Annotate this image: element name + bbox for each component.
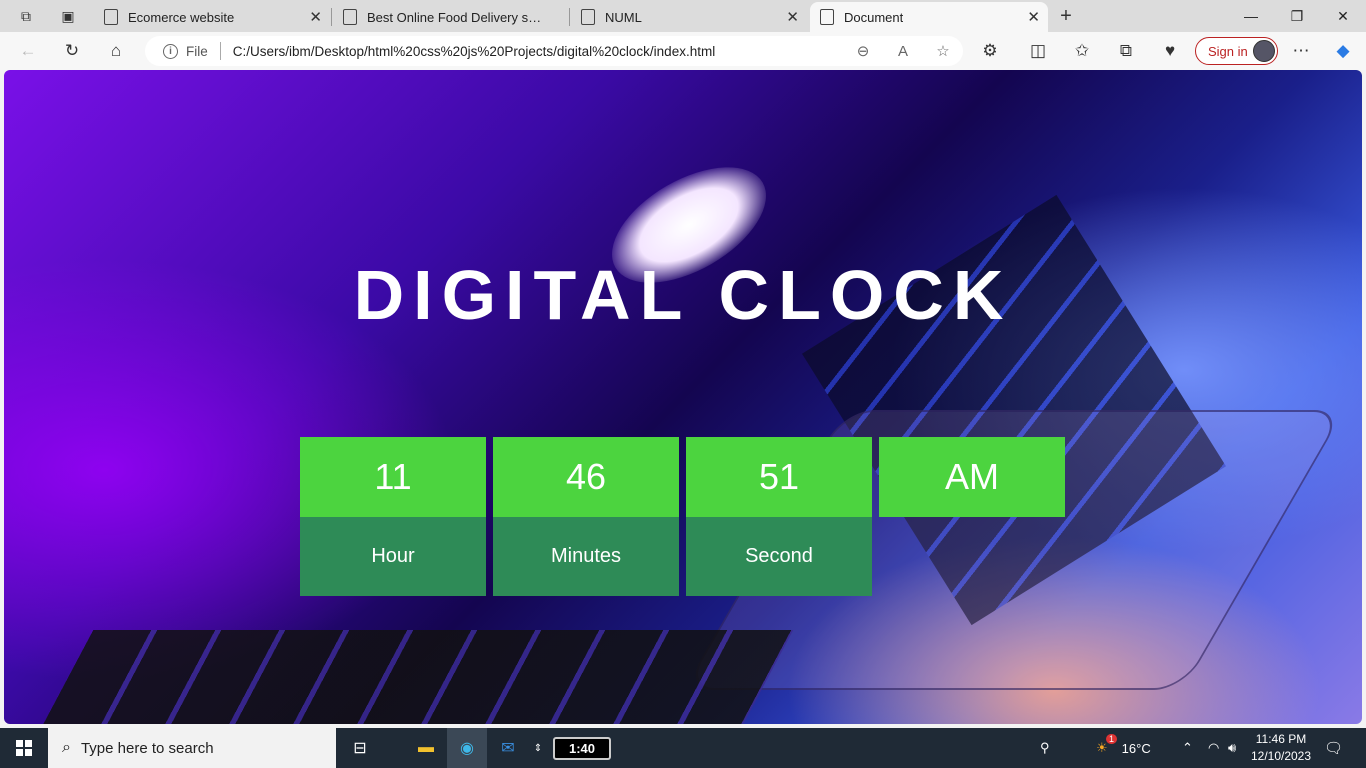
sign-in-button[interactable]: Sign in: [1195, 37, 1278, 65]
start-button[interactable]: [0, 728, 48, 768]
page-icon: [820, 9, 834, 25]
tab-title: NUML: [605, 9, 642, 25]
mail-icon[interactable]: ✉: [488, 728, 528, 768]
favorites-icon[interactable]: ✩: [1068, 38, 1096, 64]
minutes-unit: 46 Minutes: [493, 437, 679, 596]
windows-icon: [16, 740, 32, 756]
tab-actions-icon[interactable]: ▣: [56, 4, 80, 28]
avatar: [1253, 40, 1275, 62]
minutes-label: Minutes: [493, 517, 679, 596]
edge-icon[interactable]: ◉: [447, 728, 487, 768]
split-screen-icon[interactable]: ◫: [1024, 38, 1052, 64]
more-options-icon[interactable]: ⋯: [1287, 38, 1315, 64]
performance-icon[interactable]: ♥: [1156, 38, 1184, 64]
zoom-out-icon[interactable]: ⊖: [843, 42, 883, 60]
system-clock[interactable]: 11:46 PM 12/10/2023: [1248, 731, 1314, 765]
minimize-button[interactable]: —: [1228, 0, 1274, 32]
weather-badge: 1: [1106, 734, 1118, 744]
page-icon: [343, 9, 357, 25]
tab-numl[interactable]: NUML ✕: [573, 2, 807, 32]
page-icon: [104, 9, 118, 25]
collections-icon[interactable]: ⧉: [1112, 38, 1140, 64]
seconds-unit: 51 Second: [686, 437, 872, 596]
weather-widget[interactable]: ☀ 1 16°C: [1096, 728, 1151, 768]
close-icon[interactable]: ✕: [786, 8, 799, 26]
url-text[interactable]: C:/Users/ibm/Desktop/html%20css%20js%20P…: [233, 44, 843, 59]
weather-icon: ☀: [1096, 740, 1108, 755]
refresh-icon[interactable]: ↻: [58, 38, 86, 64]
notifications-icon[interactable]: 🗨︎: [1324, 728, 1343, 768]
page-viewport: DIGITAL CLOCK 11 Hour 46 Minutes 51 Seco…: [4, 70, 1362, 724]
hour-value: 11: [300, 437, 486, 517]
people-icon[interactable]: ⚲: [1040, 728, 1050, 768]
restore-button[interactable]: ❐: [1274, 0, 1320, 32]
background-keyboard: [34, 630, 794, 724]
hour-unit: 11 Hour: [300, 437, 486, 596]
browser-tab-bar: ⧉ ▣ Ecomerce website ✕ Best Online Food …: [0, 0, 1366, 32]
chevron-up-icon[interactable]: ⌃: [1182, 728, 1193, 768]
seconds-value: 51: [686, 437, 872, 517]
tab-title: Document: [844, 9, 904, 25]
address-bar[interactable]: i File C:/Users/ibm/Desktop/html%20css%2…: [145, 36, 963, 66]
close-icon[interactable]: ✕: [1027, 8, 1040, 26]
close-window-button[interactable]: ✕: [1320, 0, 1366, 32]
url-scheme: File: [186, 43, 208, 59]
extensions-icon[interactable]: ⚙: [976, 38, 1004, 64]
tab-title: Ecomerce website: [128, 9, 235, 25]
favorite-star-icon[interactable]: ☆: [923, 42, 963, 60]
tab-food-delivery[interactable]: Best Online Food Delivery service: [335, 2, 567, 32]
clock-date: 12/10/2023: [1250, 749, 1312, 763]
navigation-bar: ← ↻ ⌂ i File C:/Users/ibm/Desktop/html%2…: [0, 32, 1366, 70]
ampm-unit: AM: [879, 437, 1065, 596]
weather-temp: 16°C: [1121, 740, 1151, 756]
page-title: DIGITAL CLOCK: [353, 256, 1013, 334]
taskbar-search[interactable]: ⌕ Type here to search: [48, 728, 336, 768]
read-aloud-icon[interactable]: A: [883, 43, 923, 60]
tab-title: Best Online Food Delivery service: [367, 9, 545, 25]
back-arrow-icon[interactable]: ←: [14, 38, 42, 64]
close-icon[interactable]: ✕: [309, 8, 322, 26]
task-view-icon[interactable]: ⊟: [340, 728, 380, 768]
workspaces-icon[interactable]: ⧉: [14, 4, 38, 28]
sign-in-label: Sign in: [1208, 43, 1248, 59]
tab-ecommerce[interactable]: Ecomerce website ✕: [96, 2, 330, 32]
clock-time: 11:46 PM: [1255, 732, 1307, 746]
search-placeholder: Type here to search: [80, 739, 214, 757]
home-icon[interactable]: ⌂: [102, 38, 130, 64]
new-tab-icon[interactable]: +: [1054, 4, 1078, 28]
seconds-label: Second: [686, 517, 872, 596]
page-icon: [581, 9, 595, 25]
file-explorer-icon[interactable]: ▬: [406, 728, 446, 768]
timer-widget[interactable]: 1:40: [553, 737, 611, 760]
tab-document[interactable]: Document ✕: [810, 2, 1048, 32]
taskbar: ⌕ Type here to search ⊟ ▬ ◉ ✉ ⇕ 1:40 ⚲ ☀…: [0, 728, 1366, 768]
search-icon: ⌕: [62, 739, 71, 756]
scroll-arrows-icon[interactable]: ⇕: [528, 728, 548, 768]
volume-icon[interactable]: 🔊︎: [1228, 728, 1236, 768]
minutes-value: 46: [493, 437, 679, 517]
ampm-value: AM: [879, 437, 1065, 517]
info-icon[interactable]: i: [163, 43, 178, 59]
clock-units: 11 Hour 46 Minutes 51 Second AM: [300, 437, 1065, 596]
wifi-icon[interactable]: ◠: [1208, 728, 1219, 768]
copilot-icon[interactable]: ◆: [1329, 38, 1357, 64]
hour-label: Hour: [300, 517, 486, 596]
